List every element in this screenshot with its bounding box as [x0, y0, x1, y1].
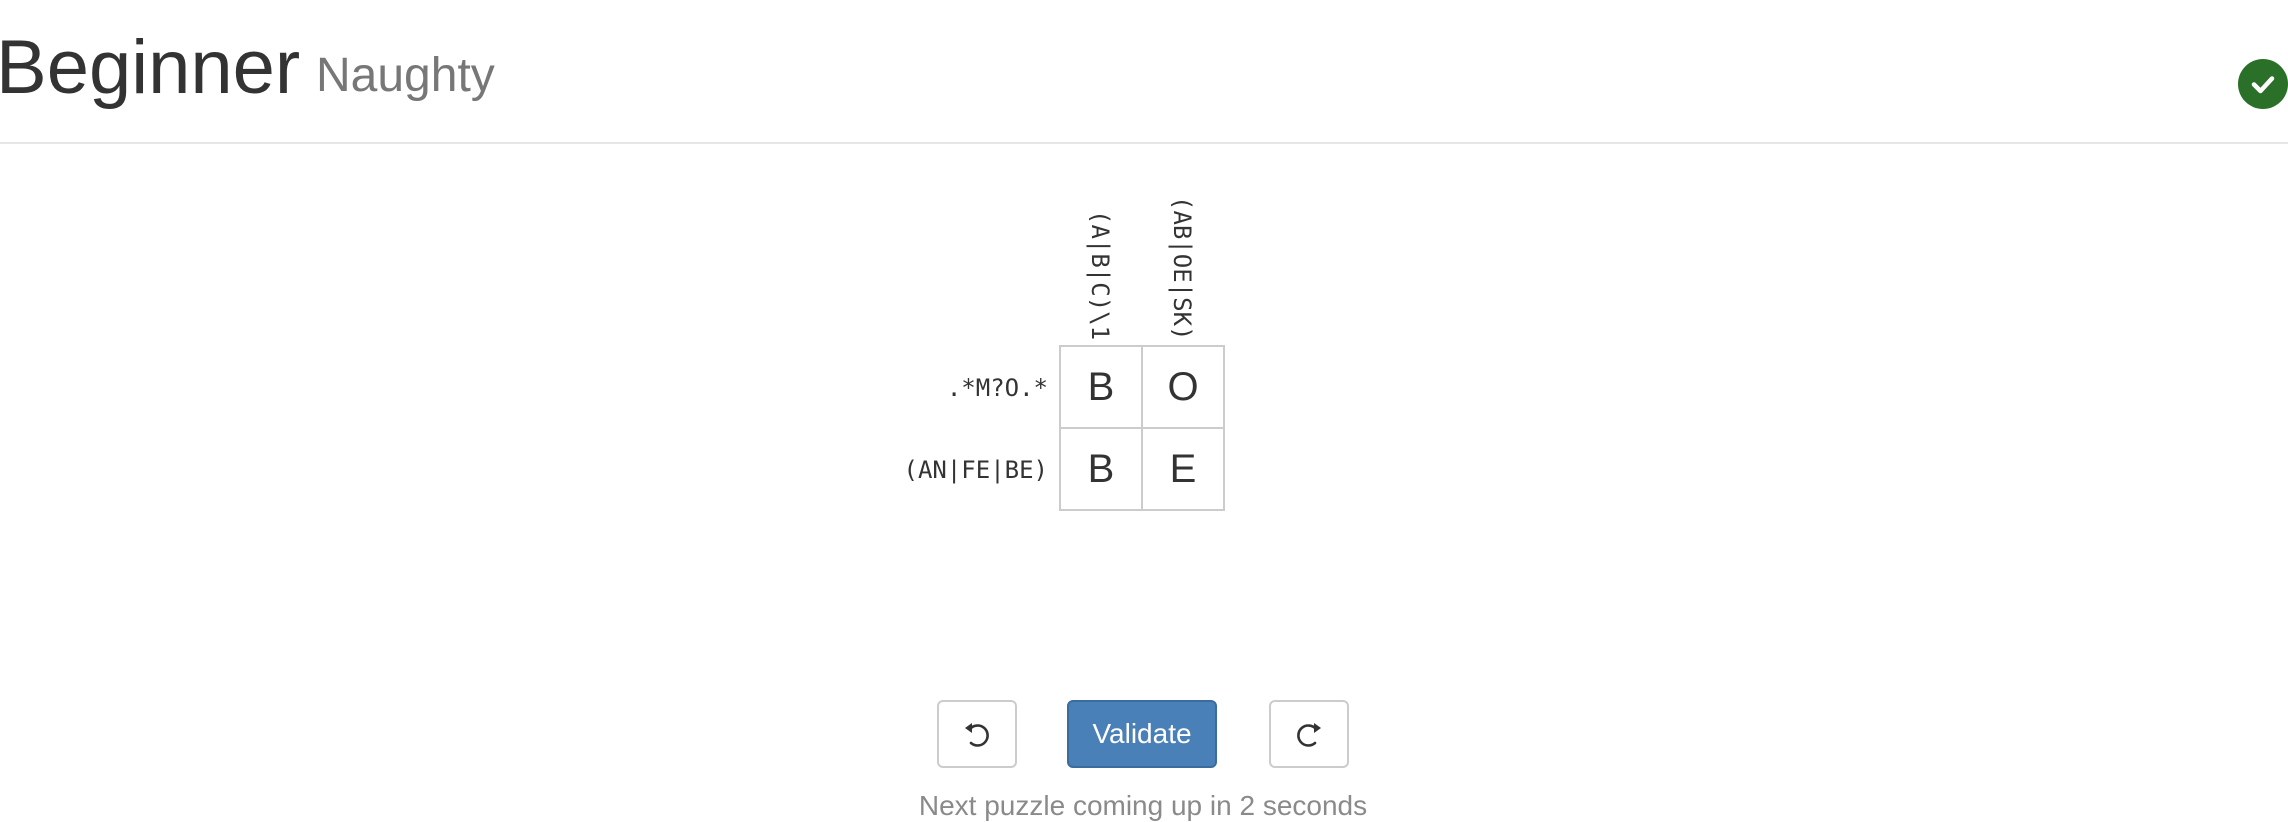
column-clue-2-text: (AB|OE|SK)	[1168, 196, 1196, 341]
check-circle-icon	[2238, 59, 2288, 109]
row-clue-1: .*M?O.*	[946, 374, 1048, 402]
next-puzzle-message: Next puzzle coming up in 2 seconds	[0, 790, 2288, 822]
puzzle-name: Naughty	[316, 49, 495, 102]
page-title: Beginner	[0, 25, 301, 110]
next-puzzle-message-text: Next puzzle coming up in 2 seconds	[918, 790, 1368, 821]
row-clue-2: (AN|FE|BE)	[903, 456, 1049, 484]
column-clue-1: (A|B|C)\1	[1059, 210, 1141, 360]
page-header: Beginner Naughty	[0, 0, 2288, 144]
grid-cell-r1c1[interactable]: B	[1061, 347, 1143, 429]
puzzle-page: Beginner Naughty (A|B|C)\1 (AB|OE|SK) .*…	[0, 0, 2288, 822]
redo-icon	[1297, 723, 1321, 747]
puzzle-grid: B O B E	[1059, 345, 1225, 511]
column-clue-2: (AB|OE|SK)	[1141, 196, 1223, 346]
undo-icon	[965, 723, 989, 747]
undo-button[interactable]	[937, 700, 1017, 768]
grid-cell-r2c2[interactable]: E	[1143, 429, 1225, 511]
redo-button[interactable]	[1269, 700, 1349, 768]
grid-cell-r2c1[interactable]: B	[1061, 429, 1143, 511]
column-clue-1-text: (A|B|C)\1	[1086, 210, 1114, 341]
grid-cell-r1c2[interactable]: O	[1143, 347, 1225, 429]
validate-button[interactable]: Validate	[1067, 700, 1217, 768]
